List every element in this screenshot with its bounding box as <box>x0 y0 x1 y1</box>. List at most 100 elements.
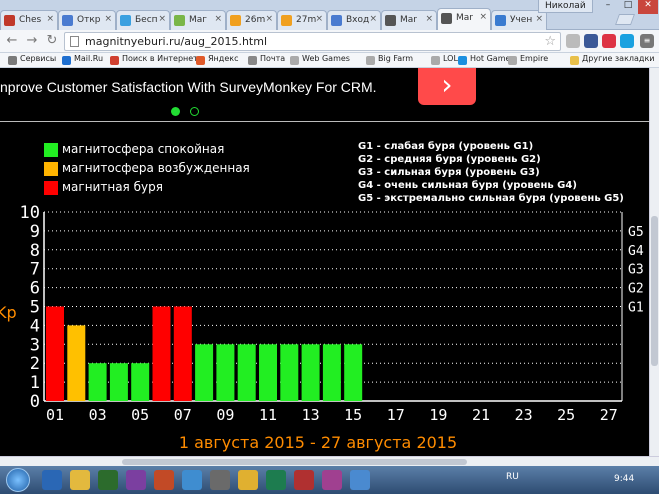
bookmark-item[interactable]: Сервисы <box>8 54 56 65</box>
bookmark-icon <box>508 56 517 65</box>
tab-favicon-icon <box>385 15 396 26</box>
start-button[interactable] <box>6 468 30 492</box>
bookmark-item[interactable]: LOL <box>431 54 458 65</box>
taskbar-app-icon[interactable] <box>350 470 370 490</box>
extension-icon-2[interactable] <box>584 34 598 48</box>
tab-favicon-icon <box>174 15 185 26</box>
taskbar-app-icon[interactable] <box>210 470 230 490</box>
address-bar[interactable]: magnitnyeburi.ru/aug_2015.html ☆ <box>64 32 561 51</box>
browser-toolbar: ← → ↻ magnitnyeburi.ru/aug_2015.html ☆ ≡ <box>0 30 659 53</box>
reload-icon[interactable]: ↻ <box>44 33 60 49</box>
new-tab-button[interactable] <box>614 14 636 25</box>
browser-tab[interactable]: Mar × <box>381 10 437 30</box>
tab-close-icon[interactable]: × <box>265 14 273 24</box>
browser-tab[interactable]: Maг × <box>170 10 226 30</box>
bookmark-item[interactable]: Поиск в Интернете <box>110 54 203 65</box>
taskbar-app-icon[interactable] <box>294 470 314 490</box>
tab-close-icon[interactable]: × <box>214 14 222 24</box>
ad-arrow-button[interactable]: › <box>418 68 476 105</box>
browser-tab[interactable]: Вход × <box>327 10 381 30</box>
browser-tab[interactable]: Mar × <box>437 8 491 31</box>
tab-favicon-icon <box>4 15 15 26</box>
chart-title: 1 августа 2015 - 27 августа 2015 <box>179 433 457 452</box>
x-tick-label: 01 <box>46 406 64 424</box>
bar <box>322 344 341 401</box>
tab-favicon-icon <box>441 13 452 24</box>
menu-icon[interactable]: ≡ <box>640 34 654 48</box>
taskbar-app-icon[interactable] <box>266 470 286 490</box>
close-icon[interactable]: ✕ <box>638 0 658 14</box>
tab-close-icon[interactable]: × <box>479 12 487 22</box>
browser-tab[interactable]: Откр × <box>58 10 116 30</box>
bookmark-icon <box>431 56 440 65</box>
browser-tab[interactable]: 26m × <box>226 10 277 30</box>
bookmark-item[interactable]: Big Farm <box>366 54 414 65</box>
bookmarks-bar: Сервисы Mail.Ru Поиск в Интернете Яндекс Поч… <box>0 53 659 68</box>
bookmark-item[interactable]: Hot Game <box>458 54 510 65</box>
carousel-dot-active[interactable] <box>171 107 180 116</box>
browser-tab[interactable]: Учен × <box>491 10 547 30</box>
taskbar-app-icon[interactable] <box>126 470 146 490</box>
tab-favicon-icon <box>120 15 131 26</box>
taskbar-app-icon[interactable] <box>98 470 118 490</box>
back-icon[interactable]: ← <box>4 33 20 49</box>
y-tick-label: 0 <box>30 392 40 412</box>
taskbar-app-icon[interactable] <box>154 470 174 490</box>
clock[interactable]: 9:44 <box>614 474 634 484</box>
taskbar-app-icon[interactable] <box>238 470 258 490</box>
page-content: nprove Customer Satisfaction With Survey… <box>0 68 649 456</box>
profile-name[interactable]: Николай <box>538 0 593 13</box>
bar <box>195 344 214 401</box>
url-text: magnitnyeburi.ru/aug_2015.html <box>85 35 267 48</box>
maximize-icon[interactable]: □ <box>618 0 638 14</box>
x-tick-label: 07 <box>174 406 192 424</box>
x-tick-label: 05 <box>131 406 149 424</box>
skype-icon[interactable] <box>620 34 634 48</box>
bookmark-label: Big Farm <box>378 54 414 63</box>
bookmark-item[interactable]: Mail.Ru <box>62 54 103 65</box>
taskbar-app-icon[interactable] <box>182 470 202 490</box>
ad-banner-text[interactable]: nprove Customer Satisfaction With Survey… <box>0 79 377 95</box>
bar <box>152 306 171 401</box>
tab-favicon-icon <box>495 15 506 26</box>
tab-close-icon[interactable]: × <box>315 14 323 24</box>
browser-tab[interactable]: Бесп × <box>116 10 170 30</box>
bookmark-item[interactable]: Empire <box>508 54 548 65</box>
bookmark-label: Web Games <box>302 54 350 63</box>
tab-label: Mar <box>400 15 417 25</box>
bar <box>280 344 299 401</box>
bookmark-item[interactable]: Почта <box>248 54 285 65</box>
language-indicator[interactable]: RU <box>506 472 519 482</box>
bookmark-item[interactable]: Другие закладки <box>570 54 655 65</box>
tab-close-icon[interactable]: × <box>46 14 54 24</box>
taskbar-app-chrome-icon[interactable] <box>70 470 90 490</box>
extension-icon-3[interactable] <box>602 34 616 48</box>
bookmark-item[interactable]: Яндекс <box>196 54 238 65</box>
tab-close-icon[interactable]: × <box>158 14 166 24</box>
horizontal-scrollbar[interactable] <box>0 456 659 466</box>
bookmark-star-icon[interactable]: ☆ <box>544 34 556 49</box>
carousel-dot[interactable] <box>190 107 199 116</box>
x-tick-label: 13 <box>302 406 320 424</box>
extension-icon-1[interactable] <box>566 34 580 48</box>
vertical-scroll-thumb[interactable] <box>651 216 658 366</box>
forward-icon[interactable]: → <box>24 33 40 49</box>
minimize-icon[interactable]: – <box>598 0 618 14</box>
browser-tab[interactable]: Ches × <box>0 10 58 30</box>
g-level-text: G2 - средняя буря (уровень G2) <box>358 154 541 165</box>
browser-tab[interactable]: 27m × <box>277 10 327 30</box>
tab-label: Mar <box>456 13 473 23</box>
bookmark-icon <box>8 56 17 65</box>
g-level-text: G4 - очень сильная буря (уровень G4) <box>358 180 577 191</box>
vertical-scrollbar[interactable] <box>649 68 659 456</box>
taskbar-app-icon[interactable] <box>322 470 342 490</box>
g-level-label: G4 <box>628 244 644 259</box>
bookmark-item[interactable]: Web Games <box>290 54 350 65</box>
tab-close-icon[interactable]: × <box>104 14 112 24</box>
tab-close-icon[interactable]: × <box>535 14 543 24</box>
taskbar-app-ie-icon[interactable] <box>42 470 62 490</box>
tab-close-icon[interactable]: × <box>425 14 433 24</box>
horizontal-scroll-thumb[interactable] <box>122 459 467 465</box>
tab-close-icon[interactable]: × <box>369 14 377 24</box>
y-tick-label: 9 <box>30 222 40 242</box>
